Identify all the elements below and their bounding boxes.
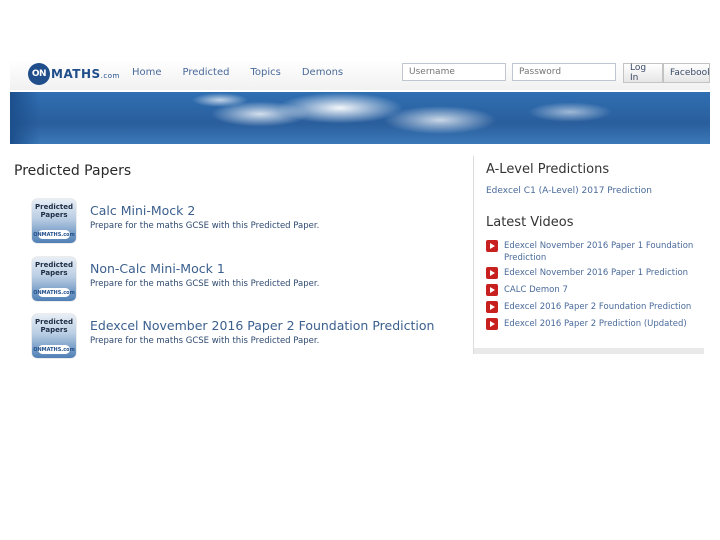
logo-badge: ON	[28, 63, 50, 85]
video-link[interactable]: Edexcel November 2016 Paper 1 Prediction	[504, 267, 700, 279]
youtube-icon	[486, 301, 498, 313]
nav-demons[interactable]: Demons	[302, 67, 343, 78]
predicted-papers-thumbnail[interactable]: Predicted Papers ONMATHS.com	[32, 257, 76, 301]
paper-item[interactable]: Predicted Papers ONMATHS.com Non-Calc Min…	[32, 257, 472, 301]
youtube-icon	[486, 240, 498, 252]
alevel-prediction-link[interactable]: Edexcel C1 (A-Level) 2017 Prediction	[486, 186, 652, 196]
predicted-papers-thumbnail[interactable]: Predicted Papers ONMATHS.com	[32, 314, 76, 358]
video-link[interactable]: CALC Demon 7	[504, 284, 700, 296]
predicted-papers-thumbnail[interactable]: Predicted Papers ONMATHS.com	[32, 199, 76, 243]
paper-title[interactable]: Edexcel November 2016 Paper 2 Foundation…	[90, 318, 434, 333]
thumbnail-text: Predicted Papers	[32, 261, 76, 277]
thumbnail-text-line1: Predicted	[35, 318, 73, 326]
paper-item[interactable]: Predicted Papers ONMATHS.com Calc Mini-Mo…	[32, 199, 472, 243]
site-header: ON MATHS.com Home Predicted Topics Demon…	[10, 60, 710, 90]
thumbnail-text-line2: Papers	[40, 269, 68, 277]
thumbnail-text-line1: Predicted	[35, 261, 73, 269]
thumbnail-text-line2: Papers	[40, 326, 68, 334]
nav-predicted[interactable]: Predicted	[183, 67, 230, 78]
password-input[interactable]	[512, 63, 616, 81]
thumbnail-logo: ONMATHS.com	[33, 230, 75, 239]
username-input[interactable]	[402, 63, 506, 81]
latest-videos-heading: Latest Videos	[486, 215, 574, 230]
sidebar-footer-bar	[474, 348, 704, 354]
main-nav: Home Predicted Topics Demons	[132, 67, 364, 78]
youtube-icon	[486, 318, 498, 330]
logo-text: MATHS.com	[51, 67, 120, 81]
paper-description: Prepare for the maths GCSE with this Pre…	[90, 221, 320, 231]
paper-description: Prepare for the maths GCSE with this Pre…	[90, 279, 320, 289]
thumbnail-logo: ONMATHS.com	[33, 288, 75, 297]
predicted-papers-heading: Predicted Papers	[14, 163, 132, 179]
alevel-predictions-heading: A-Level Predictions	[486, 162, 610, 177]
youtube-icon	[486, 267, 498, 279]
banner-shade	[10, 92, 40, 144]
thumbnail-text: Predicted Papers	[32, 203, 76, 219]
youtube-icon	[486, 284, 498, 296]
logo-text-suffix: .com	[100, 72, 120, 80]
paper-title[interactable]: Calc Mini-Mock 2	[90, 203, 195, 218]
facebook-button[interactable]: Facebook	[663, 63, 710, 83]
page: ON MATHS.com Home Predicted Topics Demon…	[10, 60, 710, 360]
video-link[interactable]: Edexcel November 2016 Paper 1 Foundation…	[504, 240, 700, 264]
site-logo[interactable]: ON MATHS.com	[28, 63, 120, 85]
nav-topics[interactable]: Topics	[250, 67, 280, 78]
sky-banner	[10, 92, 710, 144]
video-link[interactable]: Edexcel 2016 Paper 2 Prediction (Updated…	[504, 318, 700, 330]
logo-text-main: MATHS	[51, 67, 101, 81]
paper-title[interactable]: Non-Calc Mini-Mock 1	[90, 261, 225, 276]
thumbnail-text: Predicted Papers	[32, 318, 76, 334]
thumbnail-text-line2: Papers	[40, 211, 68, 219]
paper-item[interactable]: Predicted Papers ONMATHS.com Edexcel Nove…	[32, 314, 472, 358]
video-link[interactable]: Edexcel 2016 Paper 2 Foundation Predicti…	[504, 301, 700, 313]
nav-home[interactable]: Home	[132, 67, 162, 78]
sidebar: A-Level Predictions Edexcel C1 (A-Level)…	[473, 156, 704, 354]
thumbnail-text-line1: Predicted	[35, 203, 73, 211]
login-button[interactable]: Log In	[623, 63, 663, 83]
paper-description: Prepare for the maths GCSE with this Pre…	[90, 336, 320, 346]
thumbnail-logo: ONMATHS.com	[33, 345, 75, 354]
